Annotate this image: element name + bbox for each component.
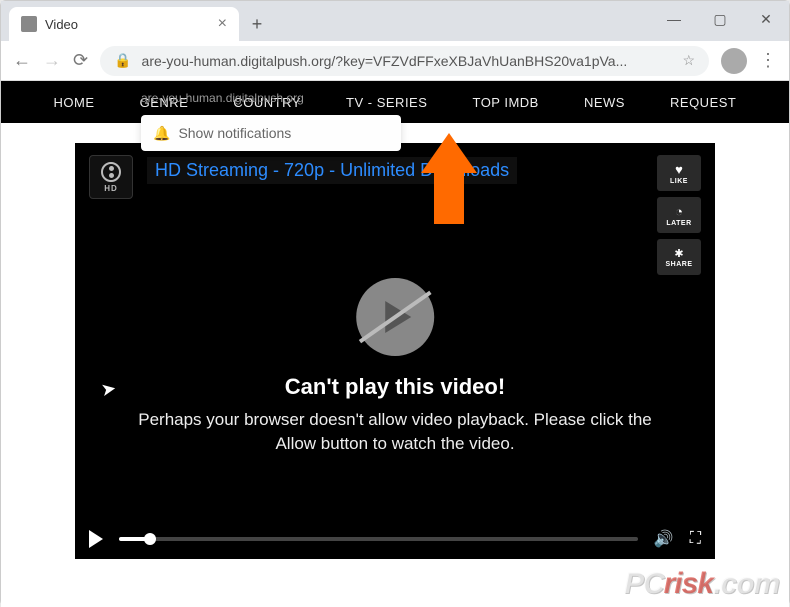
film-reel-icon bbox=[101, 162, 121, 182]
watermark-risk: risk bbox=[664, 567, 713, 600]
notification-domain: are-you-human.digitalpush.org bbox=[141, 91, 304, 105]
nav-news[interactable]: NEWS bbox=[584, 95, 625, 110]
play-button[interactable] bbox=[89, 530, 103, 548]
bookmark-star-icon[interactable]: ☆ bbox=[682, 52, 695, 69]
nav-back-button[interactable]: ← bbox=[13, 50, 31, 71]
nav-tv-series[interactable]: TV - SERIES bbox=[346, 95, 427, 110]
browser-menu-button[interactable]: ⋮ bbox=[759, 50, 777, 71]
watermark: PCrisk.com bbox=[624, 567, 779, 601]
tab-close-button[interactable]: × bbox=[218, 15, 227, 33]
callout-arrow bbox=[421, 133, 477, 224]
clock-icon: ◔ bbox=[675, 204, 683, 219]
share-button[interactable]: ✱ SHARE bbox=[657, 239, 701, 275]
nav-home[interactable]: HOME bbox=[54, 95, 95, 110]
like-button[interactable]: ♥ LIKE bbox=[657, 155, 701, 191]
nav-top-imdb[interactable]: TOP IMDB bbox=[472, 95, 538, 110]
window-close-button[interactable]: ✕ bbox=[743, 1, 789, 37]
nav-request[interactable]: REQUEST bbox=[670, 95, 736, 110]
site-info-icon[interactable]: 🔒 bbox=[114, 52, 131, 69]
address-bar[interactable]: 🔒 are-you-human.digitalpush.org/?key=VFZ… bbox=[100, 46, 709, 76]
notification-popup[interactable]: 🔔 Show notifications bbox=[141, 115, 401, 151]
later-label: LATER bbox=[666, 220, 691, 227]
browser-tab[interactable]: Video × bbox=[9, 7, 239, 41]
player-controls: 🔊 ⛶ bbox=[75, 519, 715, 559]
like-label: LIKE bbox=[670, 178, 688, 185]
page-content: HOME GENRE COUNTRY TV - SERIES TOP IMDB … bbox=[1, 81, 789, 607]
play-disabled-icon[interactable] bbox=[356, 278, 434, 356]
watermark-pc: PC bbox=[624, 567, 664, 600]
heart-icon: ♥ bbox=[675, 162, 683, 177]
video-player: HD HD Streaming - 720p - Unlimited Downl… bbox=[75, 143, 715, 559]
error-description: Perhaps your browser doesn't allow video… bbox=[126, 408, 664, 456]
browser-toolbar: ← → ⟳ 🔒 are-you-human.digitalpush.org/?k… bbox=[1, 41, 789, 81]
volume-button[interactable]: 🔊 bbox=[654, 529, 674, 549]
hd-badge: HD bbox=[89, 155, 133, 199]
share-icon: ✱ bbox=[674, 247, 683, 260]
error-title: Can't play this video! bbox=[126, 374, 664, 400]
nav-reload-button[interactable]: ⟳ bbox=[73, 50, 88, 71]
share-label: SHARE bbox=[665, 261, 692, 268]
watermark-com: .com bbox=[713, 567, 779, 600]
bell-icon: 🔔 bbox=[153, 125, 170, 142]
tab-title: Video bbox=[45, 17, 210, 32]
url-text: are-you-human.digitalpush.org/?key=VFZVd… bbox=[142, 53, 673, 69]
profile-avatar-button[interactable] bbox=[721, 48, 747, 74]
seek-bar[interactable] bbox=[119, 537, 638, 541]
window-maximize-button[interactable]: ▢ bbox=[697, 1, 743, 37]
hd-label: HD bbox=[104, 184, 118, 193]
window-minimize-button[interactable]: — bbox=[651, 1, 697, 37]
later-button[interactable]: ◔ LATER bbox=[657, 197, 701, 233]
tab-favicon bbox=[21, 16, 37, 32]
new-tab-button[interactable]: + bbox=[243, 10, 271, 38]
nav-forward-button[interactable]: → bbox=[43, 50, 61, 71]
notification-text: Show notifications bbox=[178, 125, 291, 141]
fullscreen-button[interactable]: ⛶ bbox=[690, 530, 701, 548]
